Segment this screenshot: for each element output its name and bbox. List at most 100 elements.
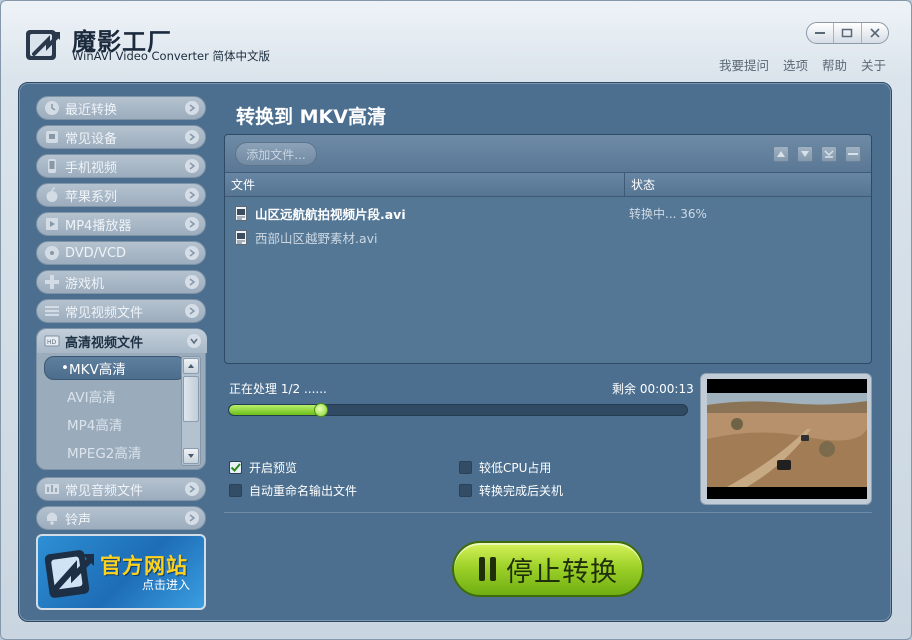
minimize-button[interactable] [807, 23, 835, 43]
video-preview [700, 373, 872, 505]
option-label: 较低CPU占用 [479, 461, 552, 475]
scroll-thumb[interactable] [183, 376, 199, 422]
app-subtitle: WinAVI Video Converter 简体中文版 [72, 49, 270, 63]
apple-icon [43, 186, 61, 204]
sidebar-item-phone[interactable]: 手机视频 [36, 154, 206, 178]
sidebar-subitem-label: MKV高清 [68, 362, 126, 378]
option-shutdown[interactable]: 转换完成后关机 [459, 482, 563, 499]
sidebar-subitem-mkv[interactable]: • MKV高清 [44, 356, 186, 380]
sidebar-group-hd-list: • MKV高清 AVI高清 MP4高清 MPEG2高清 [41, 356, 186, 468]
progress-knob [313, 403, 328, 417]
progress-fill [229, 405, 321, 415]
column-header-file[interactable]: 文件 [225, 173, 625, 197]
checkbox-enable-preview[interactable] [229, 461, 242, 474]
file-list-panel: 添加文件... 文件 状态 山区远航航拍视频片段.avi 转换中... 36% … [224, 134, 872, 364]
maximize-icon [842, 28, 853, 38]
gamepad-icon [43, 273, 61, 291]
top-links: 我要提问 选项 帮助 关于 [719, 55, 886, 74]
move-bottom-icon[interactable] [821, 146, 837, 162]
file-name: 西部山区越野素材.avi [255, 230, 378, 246]
app-logo-icon [26, 30, 60, 60]
chevron-right-icon [185, 217, 199, 231]
option-label: 开启预览 [249, 461, 298, 475]
toolbar-icons [773, 146, 861, 162]
app-logo-icon [44, 550, 94, 598]
processing-status: 正在处理 1/2 ...... [229, 382, 327, 396]
triangle-up-icon [188, 364, 194, 368]
scroll-up-button[interactable] [183, 358, 199, 374]
sidebar-item-ringtone[interactable]: 铃声 [36, 506, 206, 530]
option-label: 转换完成后关机 [479, 484, 564, 498]
about-link[interactable]: 关于 [861, 55, 886, 74]
sidebar-item-label: 常见视频文件 [65, 305, 144, 321]
sidebar-group-hd-header[interactable]: HD 高清视频文件 [37, 329, 207, 353]
sidebar-item-mp4[interactable]: MP4播放器 [36, 212, 206, 236]
official-site-banner[interactable]: 官方网站 点击进入 [36, 534, 206, 610]
checkbox-auto-rename[interactable] [229, 484, 242, 497]
chevron-right-icon [185, 304, 199, 318]
sidebar-item-label: 常见音频文件 [65, 483, 144, 499]
option-enable-preview[interactable]: 开启预览 [229, 459, 297, 476]
device-icon [43, 128, 61, 146]
option-low-cpu[interactable]: 较低CPU占用 [459, 459, 551, 476]
chevron-right-icon [185, 511, 199, 525]
chevron-down-icon [187, 334, 201, 348]
table-row[interactable]: 西部山区越野素材.avi [225, 225, 871, 249]
ask-question-link[interactable]: 我要提问 [719, 55, 769, 74]
sidebar-subitem-avi[interactable]: AVI高清 [41, 384, 183, 408]
scroll-down-button[interactable] [183, 448, 199, 464]
sidebar-item-label: 铃声 [65, 512, 92, 528]
sidebar-item-label: MP4播放器 [65, 218, 132, 234]
sidebar-item-audio[interactable]: 常见音频文件 [36, 477, 206, 501]
progress-bar [228, 404, 688, 416]
option-label: 自动重命名输出文件 [249, 484, 358, 498]
sidebar-group-scrollbar[interactable] [181, 356, 201, 466]
checkbox-shutdown[interactable] [459, 484, 472, 497]
chevron-right-icon [185, 159, 199, 173]
help-link[interactable]: 帮助 [822, 55, 847, 74]
sidebar-item-devices[interactable]: 常见设备 [36, 125, 206, 149]
sidebar-item-apple[interactable]: 苹果系列 [36, 183, 206, 207]
banner-subtitle: 点击进入 [142, 578, 191, 592]
close-button[interactable] [862, 23, 888, 43]
add-file-button[interactable]: 添加文件... [235, 142, 317, 166]
stop-convert-button[interactable]: 停止转换 [452, 541, 644, 597]
table-row[interactable]: 山区远航航拍视频片段.avi 转换中... 36% [225, 201, 871, 225]
maximize-button[interactable] [834, 23, 862, 43]
audio-icon [43, 480, 61, 498]
sidebar-item-label: 常见设备 [65, 131, 118, 147]
move-down-icon[interactable] [797, 146, 813, 162]
sidebar-item-dvd[interactable]: DVD/VCD [36, 241, 206, 265]
close-icon [870, 28, 880, 38]
preview-image [707, 379, 867, 499]
sidebar-item-label: 最近转换 [65, 102, 118, 118]
disc-icon [43, 244, 61, 262]
sidebar-item-label: 游戏机 [65, 276, 105, 292]
sidebar-group-label: 高清视频文件 [65, 335, 144, 351]
sidebar-subitem-mpeg2[interactable]: MPEG2高清 [41, 440, 183, 464]
sidebar-subitem-mp4[interactable]: MP4高清 [41, 412, 183, 436]
options-link[interactable]: 选项 [783, 55, 808, 74]
triangle-down-icon [188, 454, 194, 458]
remaining-time: 剩余 00:00:13 [612, 382, 694, 396]
checkbox-low-cpu[interactable] [459, 461, 472, 474]
file-toolbar: 添加文件... [225, 135, 871, 173]
sidebar-item-game[interactable]: 游戏机 [36, 270, 206, 294]
video-file-icon [235, 205, 247, 221]
sidebar-item-recent[interactable]: 最近转换 [36, 96, 206, 120]
column-header-state[interactable]: 状态 [625, 173, 871, 197]
hd-icon: HD [43, 332, 61, 350]
file-state: 转换中... 36% [629, 206, 707, 221]
minimize-icon [815, 32, 826, 34]
remove-icon[interactable] [845, 146, 861, 162]
checkmark-icon [230, 463, 241, 472]
mp4-player-icon [43, 215, 61, 233]
sidebar-item-video-files[interactable]: 常见视频文件 [36, 299, 206, 323]
chevron-right-icon [185, 188, 199, 202]
phone-icon [43, 157, 61, 175]
chevron-right-icon [185, 101, 199, 115]
chevron-right-icon [185, 482, 199, 496]
move-up-icon[interactable] [773, 146, 789, 162]
divider [224, 512, 872, 513]
option-auto-rename[interactable]: 自动重命名输出文件 [229, 482, 357, 499]
